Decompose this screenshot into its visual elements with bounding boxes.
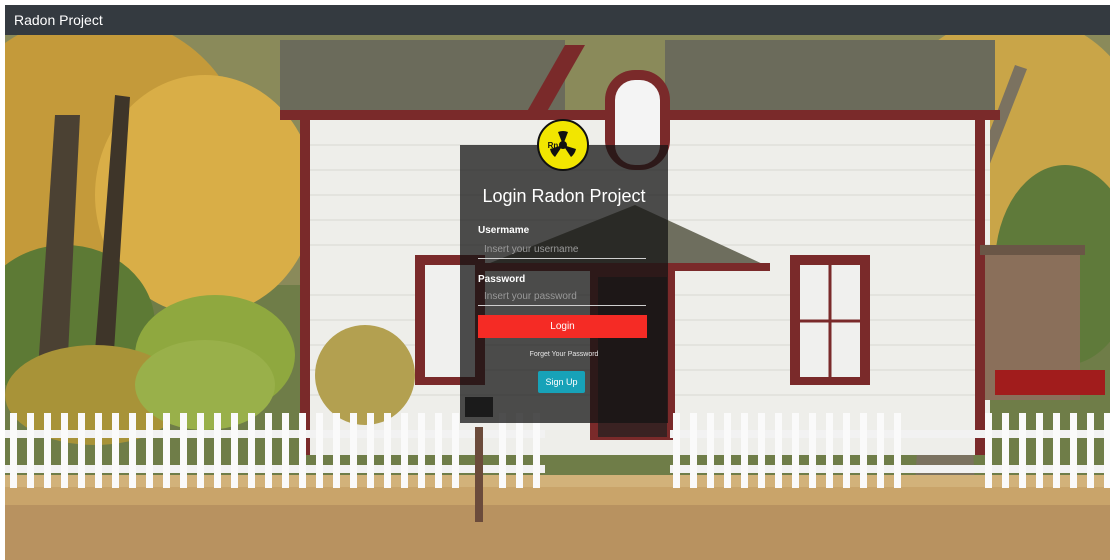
password-label: Password [478, 274, 526, 285]
navbar: Radon Project [5, 5, 1110, 35]
login-title: Login Radon Project [482, 186, 646, 206]
logo-text: Rn [547, 141, 559, 150]
username-input[interactable] [478, 241, 646, 259]
login-card: Rn Login Radon Project Usermame Password… [460, 119, 668, 423]
login-button[interactable]: Login [478, 315, 647, 338]
forgot-password-link[interactable]: Forget Your Password [460, 351, 668, 358]
username-label: Usermame [478, 225, 530, 236]
signup-button[interactable]: Sign Up [538, 371, 585, 393]
app-frame: Radon Project Rn Login Radon Project Use… [5, 5, 1110, 560]
password-input[interactable] [478, 288, 646, 306]
radiation-logo-icon: Rn [537, 119, 589, 171]
navbar-brand[interactable]: Radon Project [14, 12, 103, 28]
